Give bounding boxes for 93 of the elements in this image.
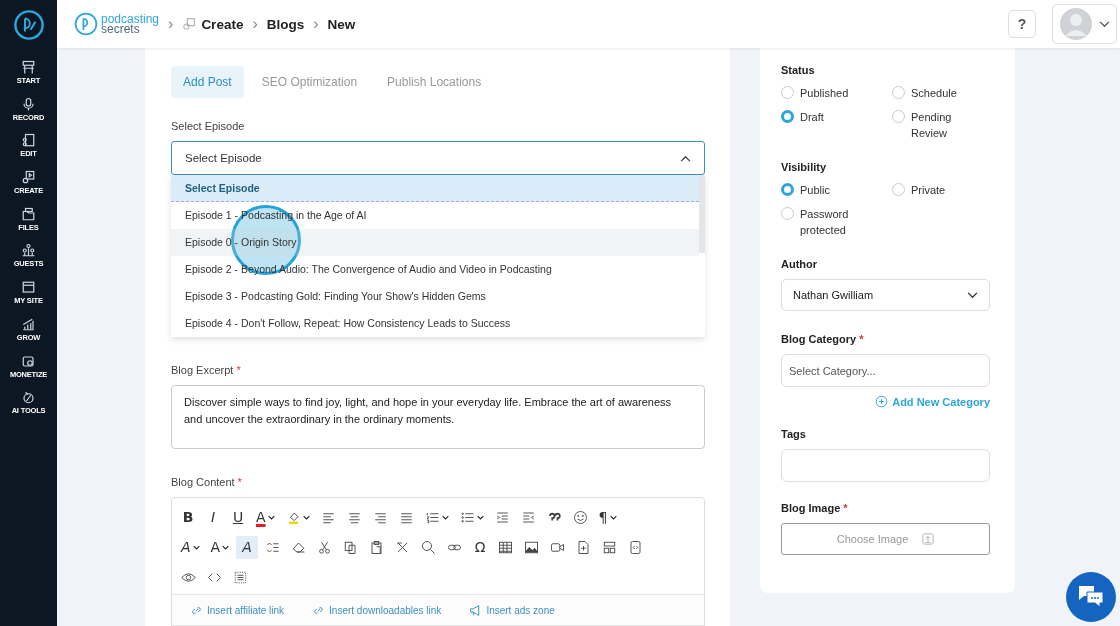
field-label: Blog Content [171, 476, 235, 488]
chat-button[interactable] [1066, 572, 1116, 622]
toolbar-button[interactable]: A [206, 535, 234, 559]
section-label: Status [781, 64, 816, 76]
sidebar-item-icon [21, 60, 36, 75]
video-file-icon [182, 17, 197, 31]
caret-icon [680, 154, 691, 162]
toolbar-icon [498, 539, 514, 555]
toolbar-icon [520, 509, 536, 525]
sidebar-item-icon [21, 316, 36, 332]
sidebar-item-icon [21, 280, 36, 296]
caret-icon [441, 514, 449, 520]
episode-select[interactable]: Select Episode [171, 141, 705, 175]
sidebar-item-icon [21, 353, 36, 369]
brand-logo[interactable]: podcasting secrets [73, 11, 160, 37]
section-label: Blog Category [781, 333, 857, 345]
field-label: Blog Excerpt [171, 364, 234, 376]
toolbar-icon [317, 539, 333, 555]
radio-option[interactable]: Private [892, 182, 990, 198]
sidebar-item-icon [21, 206, 36, 222]
author-select[interactable]: Nathan Gwilliam [781, 279, 990, 311]
toolbar-icon [628, 539, 644, 555]
toolbar-icon [233, 569, 248, 585]
required-mark: * [859, 333, 864, 345]
toolbar-button[interactable]: A [252, 505, 279, 529]
required-mark: * [843, 502, 848, 514]
radio-option[interactable]: Pending Review [892, 109, 990, 141]
sidebar-item-icon [21, 133, 36, 149]
breadcrumb-separator: › [252, 15, 258, 33]
dropdown-option[interactable]: Select Episode [171, 175, 699, 202]
toolbar-icon [421, 539, 437, 555]
insert-link[interactable]: Insert affiliate link [190, 604, 285, 617]
dropdown-option[interactable]: Episode 3 - Podcasting Gold: Finding Your Show's Hidden Gems [171, 283, 699, 310]
link-icon [190, 604, 203, 617]
radio-button[interactable] [781, 183, 794, 196]
sidebar-item-icon [21, 243, 36, 259]
field-label: Select Episode [171, 120, 246, 132]
toolbar-icon [369, 539, 385, 555]
caret-icon [967, 291, 978, 299]
toolbar-button[interactable]: A [177, 535, 204, 559]
category-field[interactable]: Select Category... [781, 354, 990, 387]
breadcrumb-link[interactable]: New [327, 16, 356, 32]
dropdown-option[interactable]: Episode 0 - Origin Story [171, 229, 699, 256]
radio-option[interactable]: Password protected [781, 206, 892, 238]
toolbar-button[interactable]: B [177, 505, 199, 529]
toolbar-button[interactable]: A [236, 535, 259, 559]
breadcrumb-separator: › [168, 15, 174, 33]
radio-option[interactable]: Draft [781, 109, 892, 141]
radio-option[interactable]: Public [781, 182, 892, 198]
toolbar-icon [494, 509, 510, 525]
required-mark: * [237, 476, 242, 488]
plus-circle-icon [875, 395, 889, 408]
logo-icon [12, 9, 45, 41]
avatar-icon [1059, 7, 1093, 41]
sidebar-item-icon [21, 170, 36, 186]
toolbar-button[interactable]: Ω [469, 535, 492, 559]
radio-option[interactable]: Published [781, 85, 892, 101]
upload-icon [922, 533, 935, 545]
required-mark: * [236, 364, 241, 376]
breadcrumb-link[interactable]: Blogs [266, 16, 305, 32]
section-label: Author [781, 258, 819, 270]
toolbar-icon [459, 509, 475, 525]
insert-link[interactable]: Insert downloadables link [312, 604, 442, 617]
sidebar-item-icon [21, 390, 36, 406]
breadcrumb-link[interactable]: Create [201, 16, 244, 32]
help-button[interactable]: ? [1008, 10, 1036, 38]
toolbar-icon [576, 539, 592, 555]
toolbar-button[interactable]: I [202, 505, 224, 529]
section-label: Blog Image [781, 502, 841, 514]
tags-field[interactable] [781, 449, 990, 482]
sidebar-item-icon [21, 96, 36, 112]
caret-icon [1099, 20, 1110, 28]
section-label: Visibility [781, 161, 828, 173]
breadcrumb-separator: › [313, 15, 319, 33]
toolbar-icon [572, 509, 588, 525]
toolbar-button[interactable]: ¶ [594, 505, 621, 529]
caret-icon [192, 544, 200, 550]
dropdown-option[interactable]: Episode 4 - Don't Follow, Repeat: How Consistency Leads to Success [171, 310, 699, 337]
caret-icon [476, 514, 484, 520]
toolbar-icon [524, 539, 540, 555]
section-label: Tags [781, 428, 807, 440]
caret-icon [302, 514, 310, 520]
link-icon [312, 604, 326, 617]
radio-option[interactable]: Schedule [892, 85, 990, 101]
caret-icon [609, 514, 617, 520]
insert-link[interactable]: Insert ads zone [469, 604, 555, 617]
radio-button[interactable] [781, 110, 794, 123]
caret-icon [222, 544, 230, 550]
toolbar-icon [602, 539, 618, 555]
toolbar-button[interactable]: U [227, 505, 249, 529]
excerpt-field[interactable]: Discover simple ways to find joy, light, and hope in your everyday life. Embrace the art of awareness and uncover the extraordinary in the ordinary moments. [171, 385, 705, 449]
toolbar-icon [343, 539, 359, 555]
caret-icon [267, 514, 275, 520]
